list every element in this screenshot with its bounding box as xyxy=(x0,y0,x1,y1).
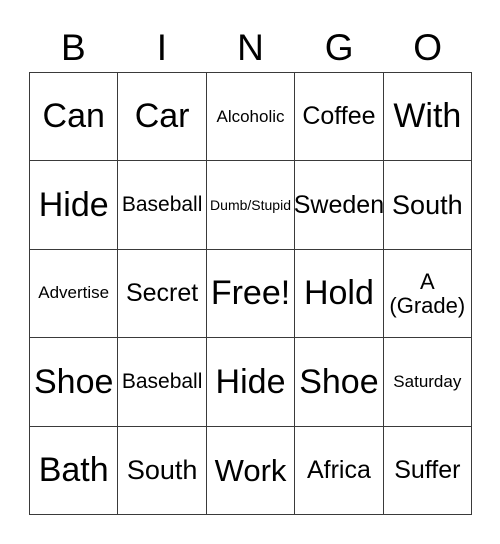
bingo-cell[interactable]: Coffee xyxy=(295,73,384,162)
bingo-cell[interactable]: Secret xyxy=(118,249,207,339)
bingo-cell-label: Advertise xyxy=(38,283,110,303)
bingo-cell[interactable]: Baseball xyxy=(118,338,207,427)
bingo-cell-label: Baseball xyxy=(121,192,203,216)
bingo-cell[interactable]: Hide xyxy=(30,161,119,250)
bingo-cell[interactable]: Advertise xyxy=(30,249,119,339)
bingo-cell-label: Sweden xyxy=(295,190,384,219)
bingo-cell[interactable]: Work xyxy=(206,426,296,516)
header-letter-text: O xyxy=(413,26,443,68)
bingo-cell-label: South xyxy=(126,454,198,485)
bingo-cell-label: Suffer xyxy=(394,455,461,484)
bingo-row: Bath South Work Africa Suffer xyxy=(30,426,473,516)
bingo-cell-label: With xyxy=(393,97,462,136)
bingo-cell[interactable]: Suffer xyxy=(383,426,473,516)
header-letter-text: I xyxy=(156,26,168,68)
bingo-cell[interactable]: Car xyxy=(118,73,207,162)
bingo-cell[interactable]: Hide xyxy=(206,338,296,427)
bingo-header-letter-o: O xyxy=(383,22,472,72)
bingo-cell[interactable]: A (Grade) xyxy=(383,249,473,339)
bingo-cell-label: South xyxy=(392,189,463,220)
bingo-cell-label: A (Grade) xyxy=(389,268,466,318)
bingo-cell-label: Saturday xyxy=(393,371,462,391)
bingo-cell[interactable]: South xyxy=(118,426,207,516)
bingo-header-letter-i: I xyxy=(118,22,207,72)
bingo-cell[interactable]: Africa xyxy=(295,426,384,516)
bingo-header-letter-n: N xyxy=(206,22,295,72)
bingo-header-letter-b: B xyxy=(29,22,118,72)
bingo-cell-label: Shoe xyxy=(34,362,114,401)
bingo-cell-label: Dumb/Stupid xyxy=(210,196,291,213)
bingo-cell[interactable]: Bath xyxy=(30,426,119,516)
bingo-row: Can Car Alcoholic Coffee With xyxy=(30,73,473,162)
bingo-cell[interactable]: Hold xyxy=(295,249,384,339)
bingo-cell[interactable]: Baseball xyxy=(118,161,207,250)
bingo-cell[interactable]: With xyxy=(383,73,473,162)
bingo-grid: Can Car Alcoholic Coffee With Hide Baseb… xyxy=(29,72,473,516)
bingo-cell[interactable]: Sweden xyxy=(295,161,384,250)
bingo-cell[interactable]: Saturday xyxy=(383,338,473,427)
bingo-cell[interactable]: Alcoholic xyxy=(206,73,296,162)
bingo-cell-label: Baseball xyxy=(121,369,203,393)
bingo-cell[interactable]: Dumb/Stupid xyxy=(206,161,296,250)
bingo-cell-label: Hold xyxy=(303,274,374,313)
header-letter-text: B xyxy=(60,26,86,68)
bingo-cell-label: Bath xyxy=(38,450,109,489)
bingo-cell-label: Coffee xyxy=(302,102,376,131)
bingo-row: Hide Baseball Dumb/Stupid Sweden South xyxy=(30,161,473,250)
header-letter-text: N xyxy=(237,26,264,68)
bingo-cell-label: Can xyxy=(42,97,105,136)
bingo-card: B I N G O Can Car Alcoholic Coffee With … xyxy=(0,0,500,544)
bingo-cell-free-space[interactable]: Free! xyxy=(206,249,296,339)
bingo-cell-label: Hide xyxy=(38,185,109,224)
bingo-cell[interactable]: Shoe xyxy=(30,338,119,427)
bingo-cell-label: Free! xyxy=(210,274,291,313)
bingo-cell-label: Work xyxy=(214,452,287,488)
bingo-cell[interactable]: Shoe xyxy=(295,338,384,427)
bingo-cell-label: Africa xyxy=(306,455,371,484)
bingo-cell-label: Hide xyxy=(215,362,286,401)
bingo-cell-label: Car xyxy=(134,97,190,136)
bingo-cell[interactable]: Can xyxy=(30,73,119,162)
bingo-cell-label: Secret xyxy=(125,279,199,308)
bingo-header-row: B I N G O xyxy=(29,22,472,72)
bingo-header-letter-g: G xyxy=(295,22,384,72)
bingo-row: Shoe Baseball Hide Shoe Saturday xyxy=(30,338,473,427)
bingo-row: Advertise Secret Free! Hold A (Grade) xyxy=(30,249,473,339)
bingo-cell-label: Alcoholic xyxy=(216,106,285,126)
bingo-cell[interactable]: South xyxy=(383,161,473,250)
header-letter-text: G xyxy=(324,26,354,68)
bingo-cell-label: Shoe xyxy=(299,362,379,401)
